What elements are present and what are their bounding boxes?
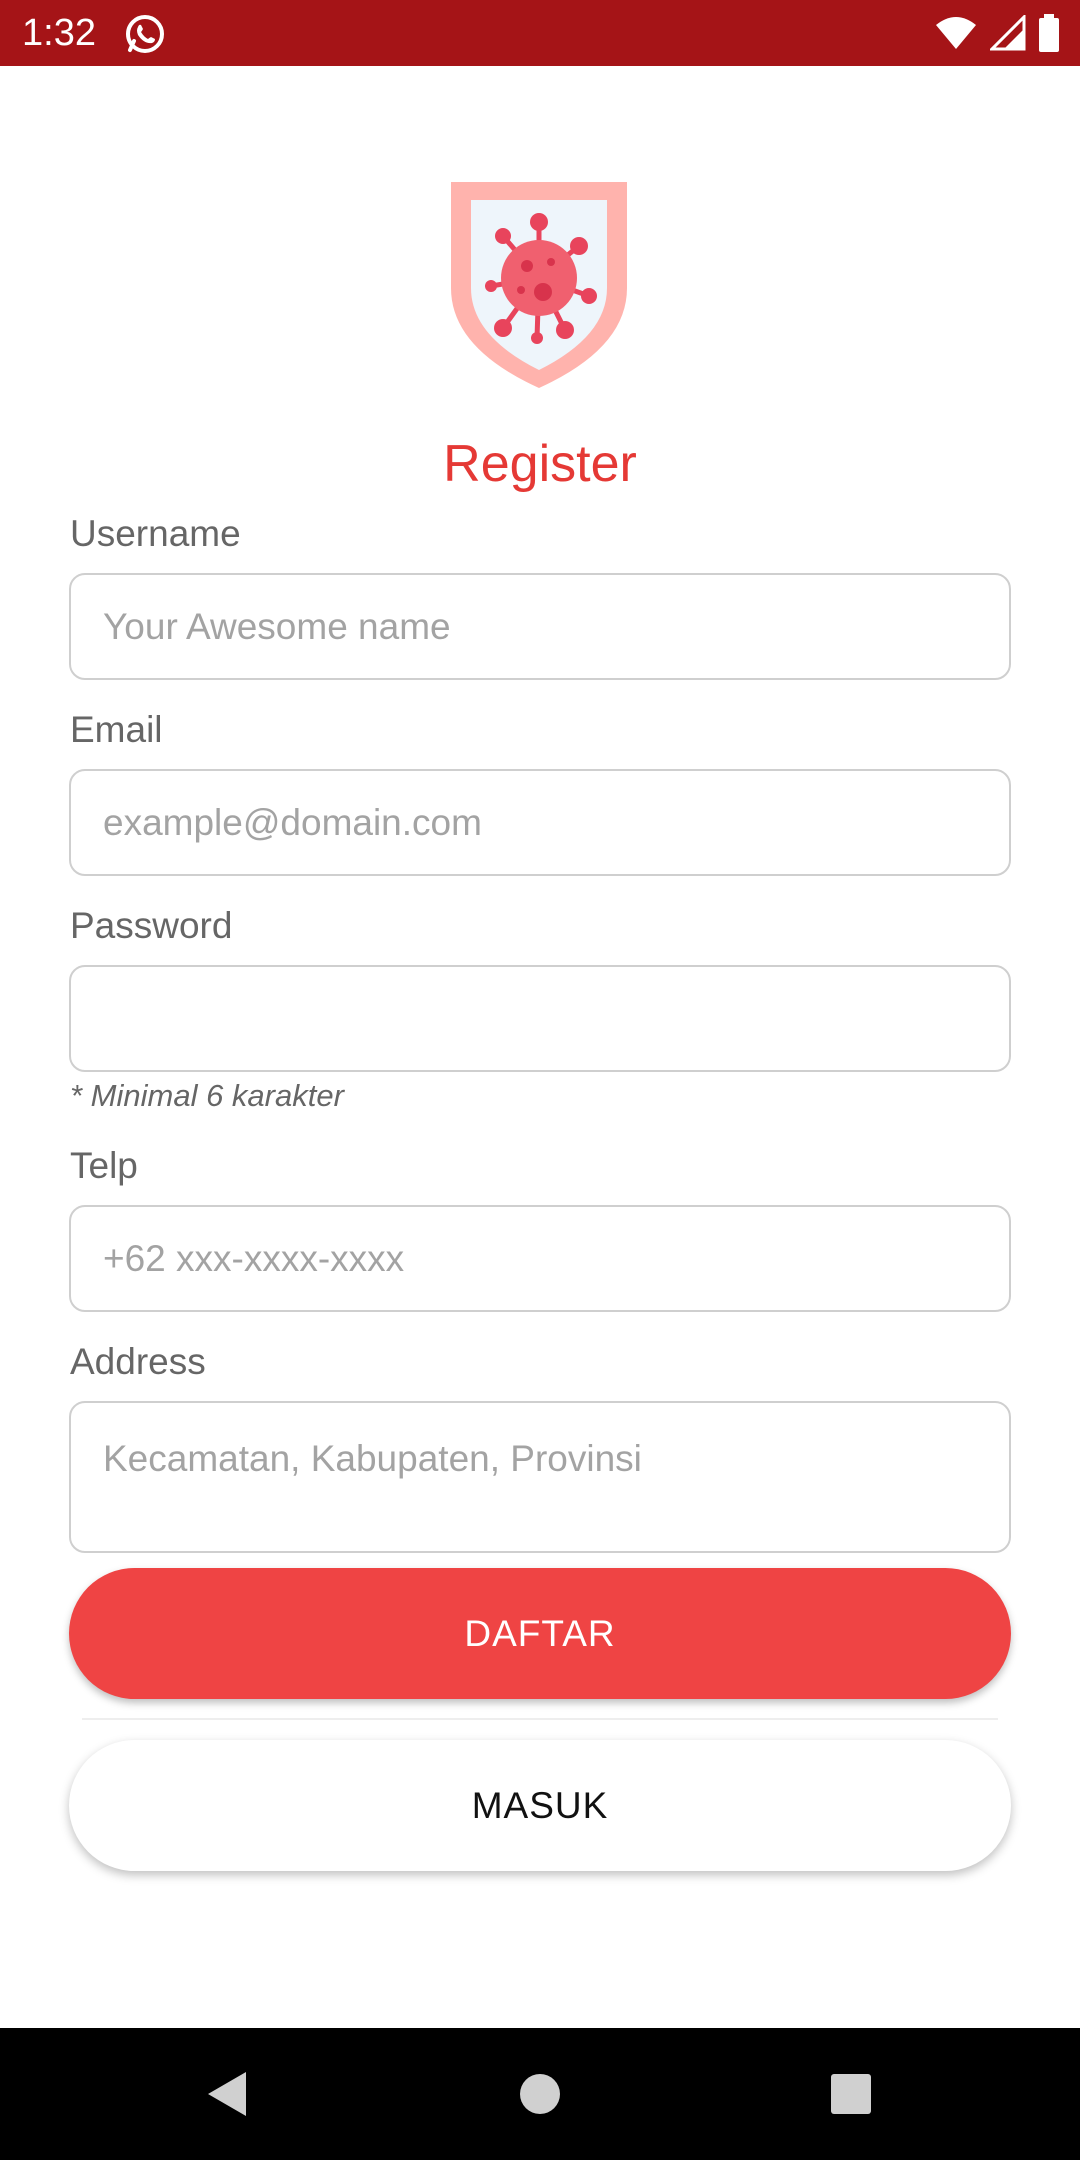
home-icon[interactable] [474, 2028, 606, 2160]
page-title: Register [443, 435, 637, 493]
divider [82, 1718, 998, 1720]
password-label: Password [70, 905, 233, 946]
username-label: Username [70, 513, 241, 554]
username-input[interactable] [69, 573, 1011, 680]
password-input[interactable] [69, 965, 1011, 1072]
back-icon[interactable] [160, 2028, 292, 2160]
password-hint: * Minimal 6 karakter [70, 1078, 344, 1113]
address-label: Address [70, 1341, 206, 1382]
navigation-bar [0, 2028, 1080, 2160]
email-label: Email [70, 709, 163, 750]
telp-input[interactable] [69, 1205, 1011, 1312]
telp-label: Telp [70, 1145, 138, 1186]
whatsapp-icon [124, 13, 166, 55]
email-input[interactable] [69, 769, 1011, 876]
battery-icon [1038, 14, 1060, 57]
virus-shield-icon [447, 178, 631, 392]
signal-icon [988, 13, 1026, 56]
status-bar: 1:32 [0, 0, 1080, 66]
recents-icon[interactable] [785, 2028, 917, 2160]
status-time: 1:32 [22, 12, 96, 54]
wifi-icon [934, 15, 978, 56]
address-input[interactable] [69, 1401, 1011, 1553]
register-button[interactable]: DAFTAR [69, 1568, 1011, 1699]
login-button[interactable]: MASUK [69, 1740, 1011, 1871]
